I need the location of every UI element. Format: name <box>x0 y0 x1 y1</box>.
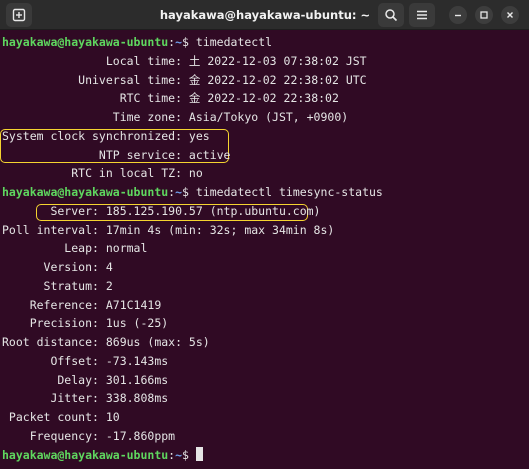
minimize-icon <box>455 14 461 17</box>
output-line: Stratum: 2 <box>2 278 113 293</box>
output-line: NTP service: active <box>2 147 231 162</box>
output-line: Offset: -73.143ms <box>2 353 169 368</box>
prompt-symbol: $ <box>182 447 189 462</box>
output-line: Leap: normal <box>2 241 148 256</box>
prompt-user-host: hayakawa@hayakawa-ubuntu <box>2 185 169 199</box>
prompt-path: ~ <box>175 185 183 199</box>
prompt-symbol: $ <box>182 185 189 199</box>
search-button[interactable] <box>378 3 404 27</box>
output-line: RTC time: 金 2022-12-02 22:38:02 <box>2 91 339 106</box>
window-title: hayakawa@hayakawa-ubuntu: ~ <box>159 8 371 22</box>
command-text: timedatectl <box>188 35 273 49</box>
output-line: Universal time: 金 2022-12-02 22:38:02 UT… <box>2 72 367 87</box>
output-line: Local time: 土 2022-12-03 07:38:02 JST <box>2 53 367 68</box>
search-icon <box>385 9 398 22</box>
maximize-icon <box>480 11 488 19</box>
output-line: Server: 185.125.190.57 (ntp.ubuntu.com) <box>2 203 321 218</box>
output-line: Frequency: -17.860ppm <box>2 428 176 443</box>
output-line: RTC in local TZ: no <box>2 166 203 181</box>
command-text: timedatectl timesync-status <box>188 185 383 199</box>
prompt-user-host: hayakawa@hayakawa-ubuntu <box>2 447 169 462</box>
hamburger-menu-icon <box>417 10 427 20</box>
prompt-symbol: $ <box>182 35 189 49</box>
prompt-user-host: hayakawa@hayakawa-ubuntu <box>2 35 169 49</box>
output-line: System clock synchronized: yes <box>2 128 210 143</box>
menu-button[interactable] <box>409 3 435 27</box>
output-line: Reference: A71C1419 <box>2 297 162 312</box>
close-icon <box>507 12 513 18</box>
output-line: Time zone: Asia/Tokyo (JST, +0900) <box>2 110 349 124</box>
output-line: Packet count: 10 <box>2 410 120 424</box>
minimize-button[interactable] <box>449 6 467 24</box>
prompt-line: hayakawa@hayakawa-ubuntu:~$ timedatectl … <box>2 183 383 202</box>
text-cursor <box>195 446 203 461</box>
terminal-output[interactable]: hayakawa@hayakawa-ubuntu:~$ timedatectl … <box>0 33 529 469</box>
title-bar: hayakawa@hayakawa-ubuntu: ~ <box>0 0 529 30</box>
close-button[interactable] <box>501 6 519 24</box>
output-line: Precision: 1us (-25) <box>2 316 169 331</box>
output-line: Poll interval: 17min 4s (min: 32s; max 3… <box>2 222 335 237</box>
output-line: Version: 4 <box>2 260 113 274</box>
maximize-button[interactable] <box>475 6 493 24</box>
output-line: Delay: 301.166ms <box>2 372 169 387</box>
new-tab-icon <box>12 8 26 22</box>
prompt-path: ~ <box>175 447 183 462</box>
new-tab-button[interactable] <box>6 3 32 27</box>
prompt-line: hayakawa@hayakawa-ubuntu:~$ timedatectl <box>2 33 272 52</box>
prompt-line: hayakawa@hayakawa-ubuntu:~$ <box>2 446 203 465</box>
prompt-path: ~ <box>175 35 183 49</box>
command-text <box>189 448 196 462</box>
output-line: Jitter: 338.808ms <box>2 391 169 406</box>
output-line: Root distance: 869us (max: 5s) <box>2 335 210 349</box>
